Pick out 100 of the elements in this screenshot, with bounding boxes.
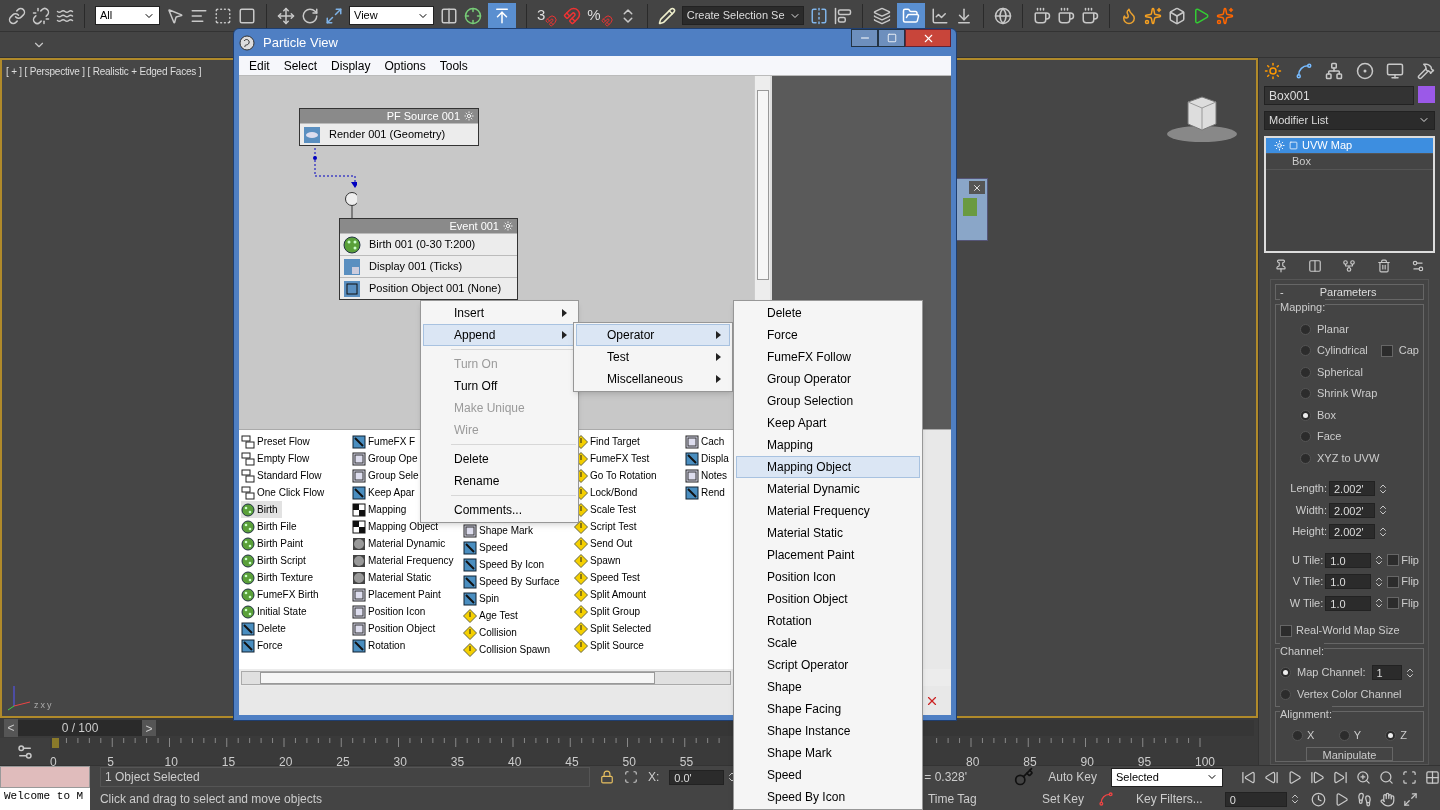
depot-item[interactable]: Material Dynamic — [352, 535, 450, 552]
hammer-icon[interactable] — [1416, 62, 1435, 80]
depot-item[interactable]: Empty Flow — [241, 450, 314, 467]
depot-item[interactable]: Split Amount — [574, 586, 651, 603]
depot-item[interactable]: Mapping Object — [352, 518, 443, 535]
layers-icon[interactable] — [872, 6, 891, 25]
depot-item[interactable]: Keep Apar — [352, 484, 419, 501]
depot-item[interactable]: Age Test — [463, 607, 522, 624]
depot-item[interactable]: Initial State — [241, 603, 311, 620]
scene-explorer-button[interactable] — [896, 2, 925, 29]
spinner-arrows-icon[interactable] — [1377, 504, 1389, 517]
rotate-icon[interactable] — [301, 6, 319, 25]
skip-back-icon[interactable] — [1241, 769, 1256, 785]
menu-item[interactable]: Shape Facing — [736, 698, 920, 720]
tile-field[interactable]: 1.0 — [1325, 574, 1372, 590]
radio-button[interactable] — [1300, 323, 1311, 335]
auto-key-button[interactable]: Auto Key — [1044, 768, 1101, 787]
configure-icon[interactable] — [1410, 259, 1425, 274]
fork-icon[interactable] — [1342, 259, 1357, 274]
depot-item[interactable]: Birth Texture — [241, 569, 317, 586]
footprints-icon[interactable] — [1356, 791, 1372, 807]
menu-item[interactable]: Speed — [736, 764, 920, 786]
depot-item[interactable]: Birth Paint — [241, 535, 308, 552]
zoom-icon[interactable] — [1356, 769, 1371, 785]
checkbox[interactable] — [1387, 575, 1400, 588]
link-icon[interactable] — [8, 6, 26, 25]
radio-button[interactable] — [1300, 409, 1311, 421]
menu-item[interactable]: Miscellaneous — [576, 368, 730, 390]
curve-icon[interactable] — [1294, 62, 1313, 80]
target-icon[interactable] — [1355, 62, 1374, 80]
named-selection-dropdown[interactable]: Create Selection Se — [681, 6, 804, 25]
sun-icon[interactable] — [1264, 62, 1282, 80]
menu-item[interactable]: Append — [423, 324, 576, 346]
menu-bar-item[interactable]: Select — [277, 56, 324, 75]
step-back-icon[interactable] — [1264, 769, 1279, 785]
time-config-icon[interactable] — [1310, 791, 1326, 807]
menu-bar-item[interactable]: Edit — [243, 56, 276, 75]
menu-item[interactable]: Material Dynamic — [736, 478, 920, 500]
menu-item[interactable]: Position Icon — [736, 566, 920, 588]
hierarchy-icon[interactable] — [1325, 62, 1344, 80]
stack-item[interactable]: Box — [1266, 153, 1433, 170]
menu-item[interactable]: Insert — [423, 302, 576, 324]
pencil-icon[interactable] — [657, 6, 676, 25]
menu-item[interactable]: Mapping Object — [736, 456, 920, 478]
previous-frame-button[interactable]: < — [4, 719, 18, 737]
menu-item[interactable]: Mapping — [736, 434, 920, 456]
zoom-extents-icon[interactable] — [1402, 769, 1417, 785]
snap-toggle-button[interactable]: 3 — [537, 4, 558, 27]
depot-item[interactable]: Position Icon — [352, 603, 430, 620]
checkbox[interactable] — [1280, 624, 1292, 637]
depot-item[interactable]: Group Ope — [352, 450, 422, 467]
timeline-config-icon[interactable] — [16, 742, 34, 761]
time-tag-button[interactable]: Time Tag — [927, 790, 1028, 809]
depot-item[interactable]: Birth File — [241, 518, 301, 535]
depot-item[interactable]: Standard Flow — [241, 467, 326, 484]
grid-icon[interactable] — [1425, 769, 1440, 785]
set-key-button[interactable]: Set Key — [1037, 790, 1088, 809]
depot-item[interactable]: Rend — [685, 484, 729, 501]
frame-indicator[interactable]: 0 / 100 — [18, 720, 142, 736]
depot-item[interactable]: Position Object — [352, 620, 440, 637]
pointer-icon[interactable] — [166, 6, 184, 25]
unlink-icon[interactable] — [32, 6, 50, 25]
menu-item[interactable]: Material Frequency — [736, 500, 920, 522]
tile-field[interactable]: 1.0 — [1325, 595, 1372, 611]
current-frame-field[interactable]: 0 — [1224, 791, 1287, 807]
zoom-all-icon[interactable] — [1379, 769, 1394, 785]
menu-item[interactable]: Rotation — [736, 610, 920, 632]
scale-icon[interactable] — [325, 6, 343, 25]
close-button[interactable] — [905, 29, 951, 47]
maximize-icon[interactable] — [1402, 791, 1418, 807]
radio-button[interactable] — [1300, 345, 1311, 357]
menu-item[interactable]: Turn Off — [423, 375, 576, 397]
dashed-square-icon[interactable] — [214, 6, 232, 25]
scrollbar-thumb[interactable] — [756, 90, 769, 280]
depot-item[interactable]: Split Group — [574, 603, 645, 620]
radio-button[interactable] — [1300, 452, 1311, 464]
crosshair-icon[interactable] — [464, 6, 482, 25]
map-channel-field[interactable]: 1 — [1371, 665, 1402, 681]
reference-coordinate-dropdown[interactable]: View — [349, 6, 434, 25]
depot-item[interactable]: Material Frequency — [352, 552, 458, 569]
radio-button[interactable] — [1338, 729, 1350, 741]
depot-item[interactable]: Speed — [463, 539, 512, 556]
move-icon[interactable] — [277, 6, 295, 25]
next-frame-button[interactable]: > — [142, 720, 156, 736]
depot-item[interactable]: Delete — [241, 620, 290, 637]
percent-snap-button[interactable]: % — [587, 4, 613, 27]
delete-icon[interactable] — [1376, 259, 1391, 274]
flow-node[interactable]: Event 001 Birth 001 (0-30 T:200) Display 001 (Ticks) Position Object 001 (None) — [339, 218, 518, 300]
menu-item[interactable]: Shape — [736, 676, 920, 698]
depot-item[interactable]: Shape Mark — [463, 522, 537, 539]
depot-item[interactable]: Spawn — [574, 552, 625, 569]
depot-item[interactable]: Speed Test — [574, 569, 644, 586]
checkbox[interactable] — [1380, 344, 1393, 357]
menu-bar-item[interactable]: Tools — [433, 56, 474, 75]
checkbox[interactable] — [1387, 597, 1400, 610]
object-color-swatch[interactable] — [1418, 86, 1435, 103]
pin-icon[interactable] — [1274, 259, 1289, 274]
depot-item[interactable]: Script Test — [574, 518, 641, 535]
menu-item[interactable]: Scale — [736, 632, 920, 654]
x-coordinate-field[interactable]: 0.0' — [669, 769, 725, 785]
